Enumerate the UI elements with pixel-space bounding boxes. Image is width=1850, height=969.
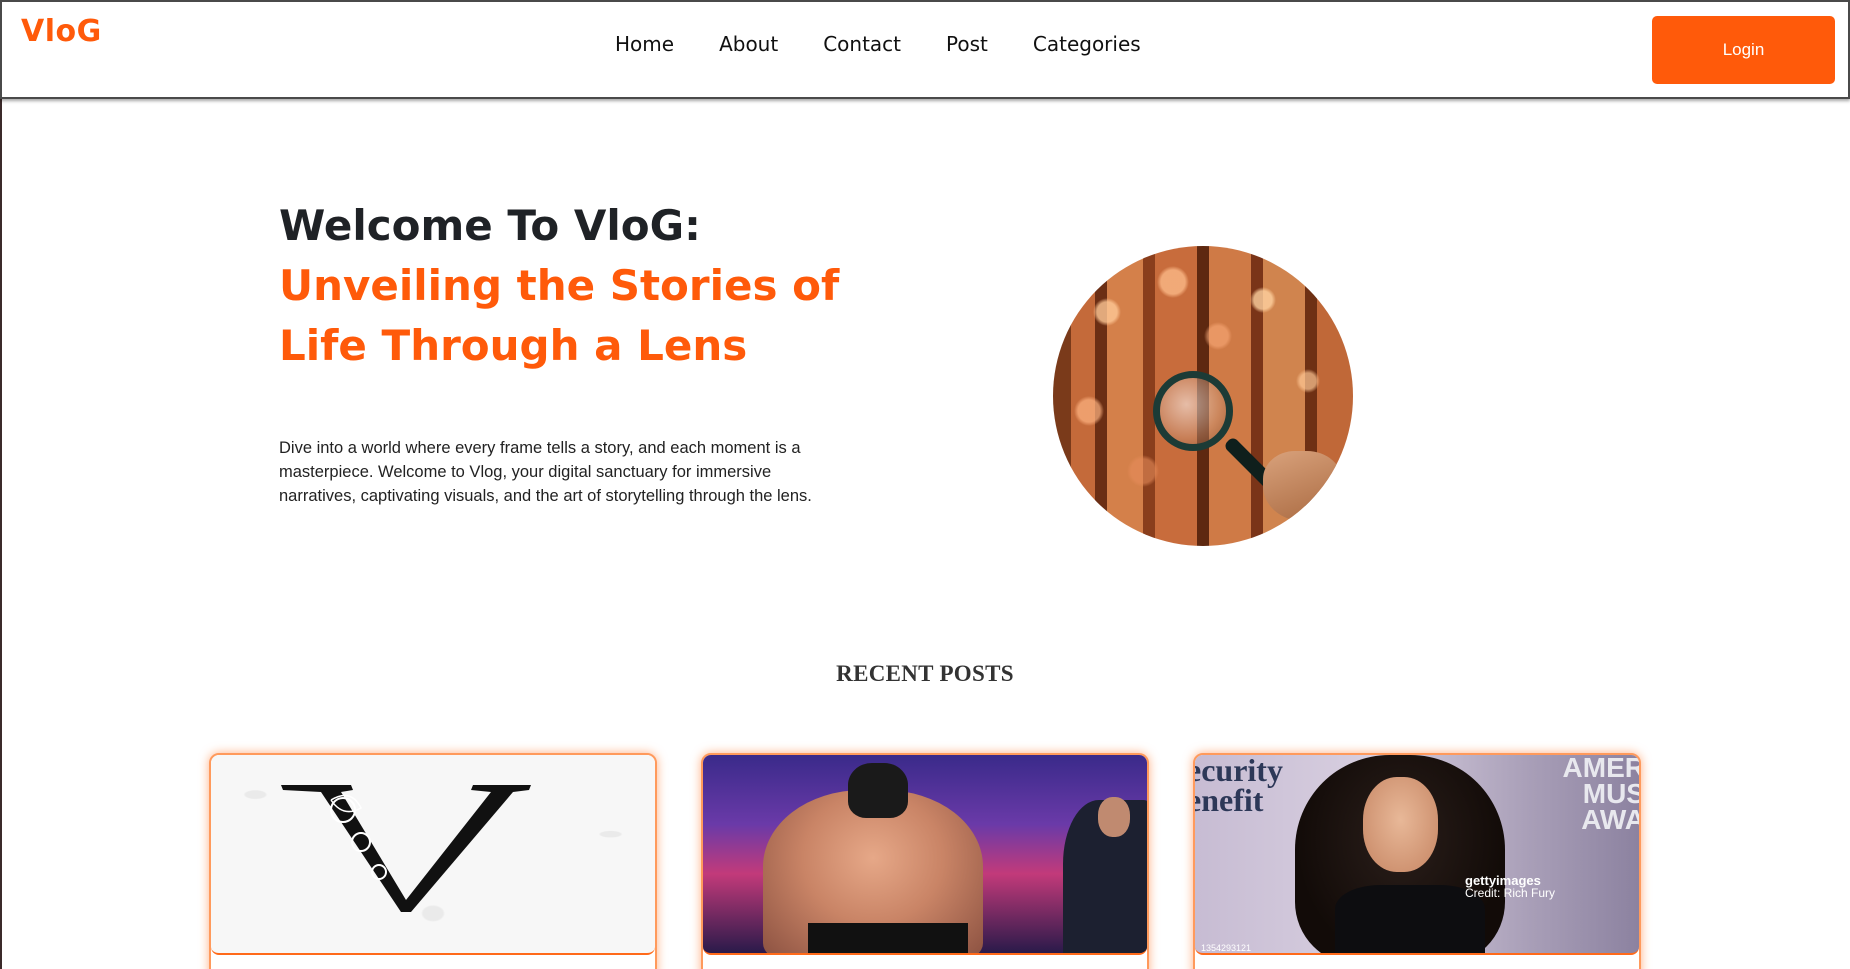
hero-description: Dive into a world where every frame tell… [279, 439, 812, 505]
hero-image-magnifier [1053, 246, 1353, 546]
post-thumbnail-red-carpet[interactable]: ecurity enefit AMER MUS AWA gettyimages … [1195, 755, 1639, 955]
ama-logo-text: AMER MUS AWA [1525, 755, 1639, 835]
recent-posts-heading: RECENT POSTS [836, 661, 1014, 686]
backdrop-text: ecurity enefit [1195, 755, 1283, 818]
wrestler-head [848, 763, 908, 818]
page-left-border [0, 99, 2, 969]
ama-text-line: AWA [1581, 804, 1639, 835]
hero-title-welcome: Welcome To VloG: [279, 201, 701, 250]
celebrity-dress [1335, 885, 1485, 953]
watermark-credit: Credit: Rich Fury [1465, 886, 1556, 900]
magnifying-glass-icon [1153, 371, 1233, 451]
brand-logo[interactable]: VloG [21, 14, 102, 49]
nav-link-categories[interactable]: Categories [1033, 32, 1141, 56]
nav-link-home[interactable]: Home [615, 32, 674, 56]
backdrop-text-line: ecurity [1195, 755, 1283, 788]
suited-man-head [1098, 797, 1130, 837]
image-id: 1354293121 [1201, 943, 1252, 953]
hero-title: Welcome To VloG: Unveiling the Stories o… [279, 196, 899, 376]
nav-link-contact[interactable]: Contact [823, 32, 901, 56]
wrestler-shorts [808, 923, 968, 953]
navbar: VloG Home About Contact Post Categories … [0, 0, 1850, 99]
post-card[interactable]: ecurity enefit AMER MUS AWA gettyimages … [1193, 753, 1641, 969]
post-thumbnail-wrestler[interactable] [703, 755, 1147, 955]
nav-link-post[interactable]: Post [946, 32, 988, 56]
nav-links: Home About Contact Post Categories [615, 32, 1186, 56]
backdrop-text-line: enefit [1195, 782, 1264, 818]
hand-image [1263, 451, 1343, 521]
nav-link-about[interactable]: About [719, 32, 778, 56]
post-card[interactable] [209, 753, 657, 969]
post-thumbnail-v-logo[interactable] [211, 755, 655, 955]
watermark: gettyimages Credit: Rich Fury [1465, 874, 1556, 900]
letter-v-logo-icon [281, 785, 531, 912]
celebrity-face [1363, 777, 1438, 872]
hero-title-tagline: Unveiling the Stories of Life Through a … [279, 261, 840, 370]
login-button[interactable]: Login [1652, 16, 1835, 84]
post-card[interactable] [701, 753, 1149, 969]
